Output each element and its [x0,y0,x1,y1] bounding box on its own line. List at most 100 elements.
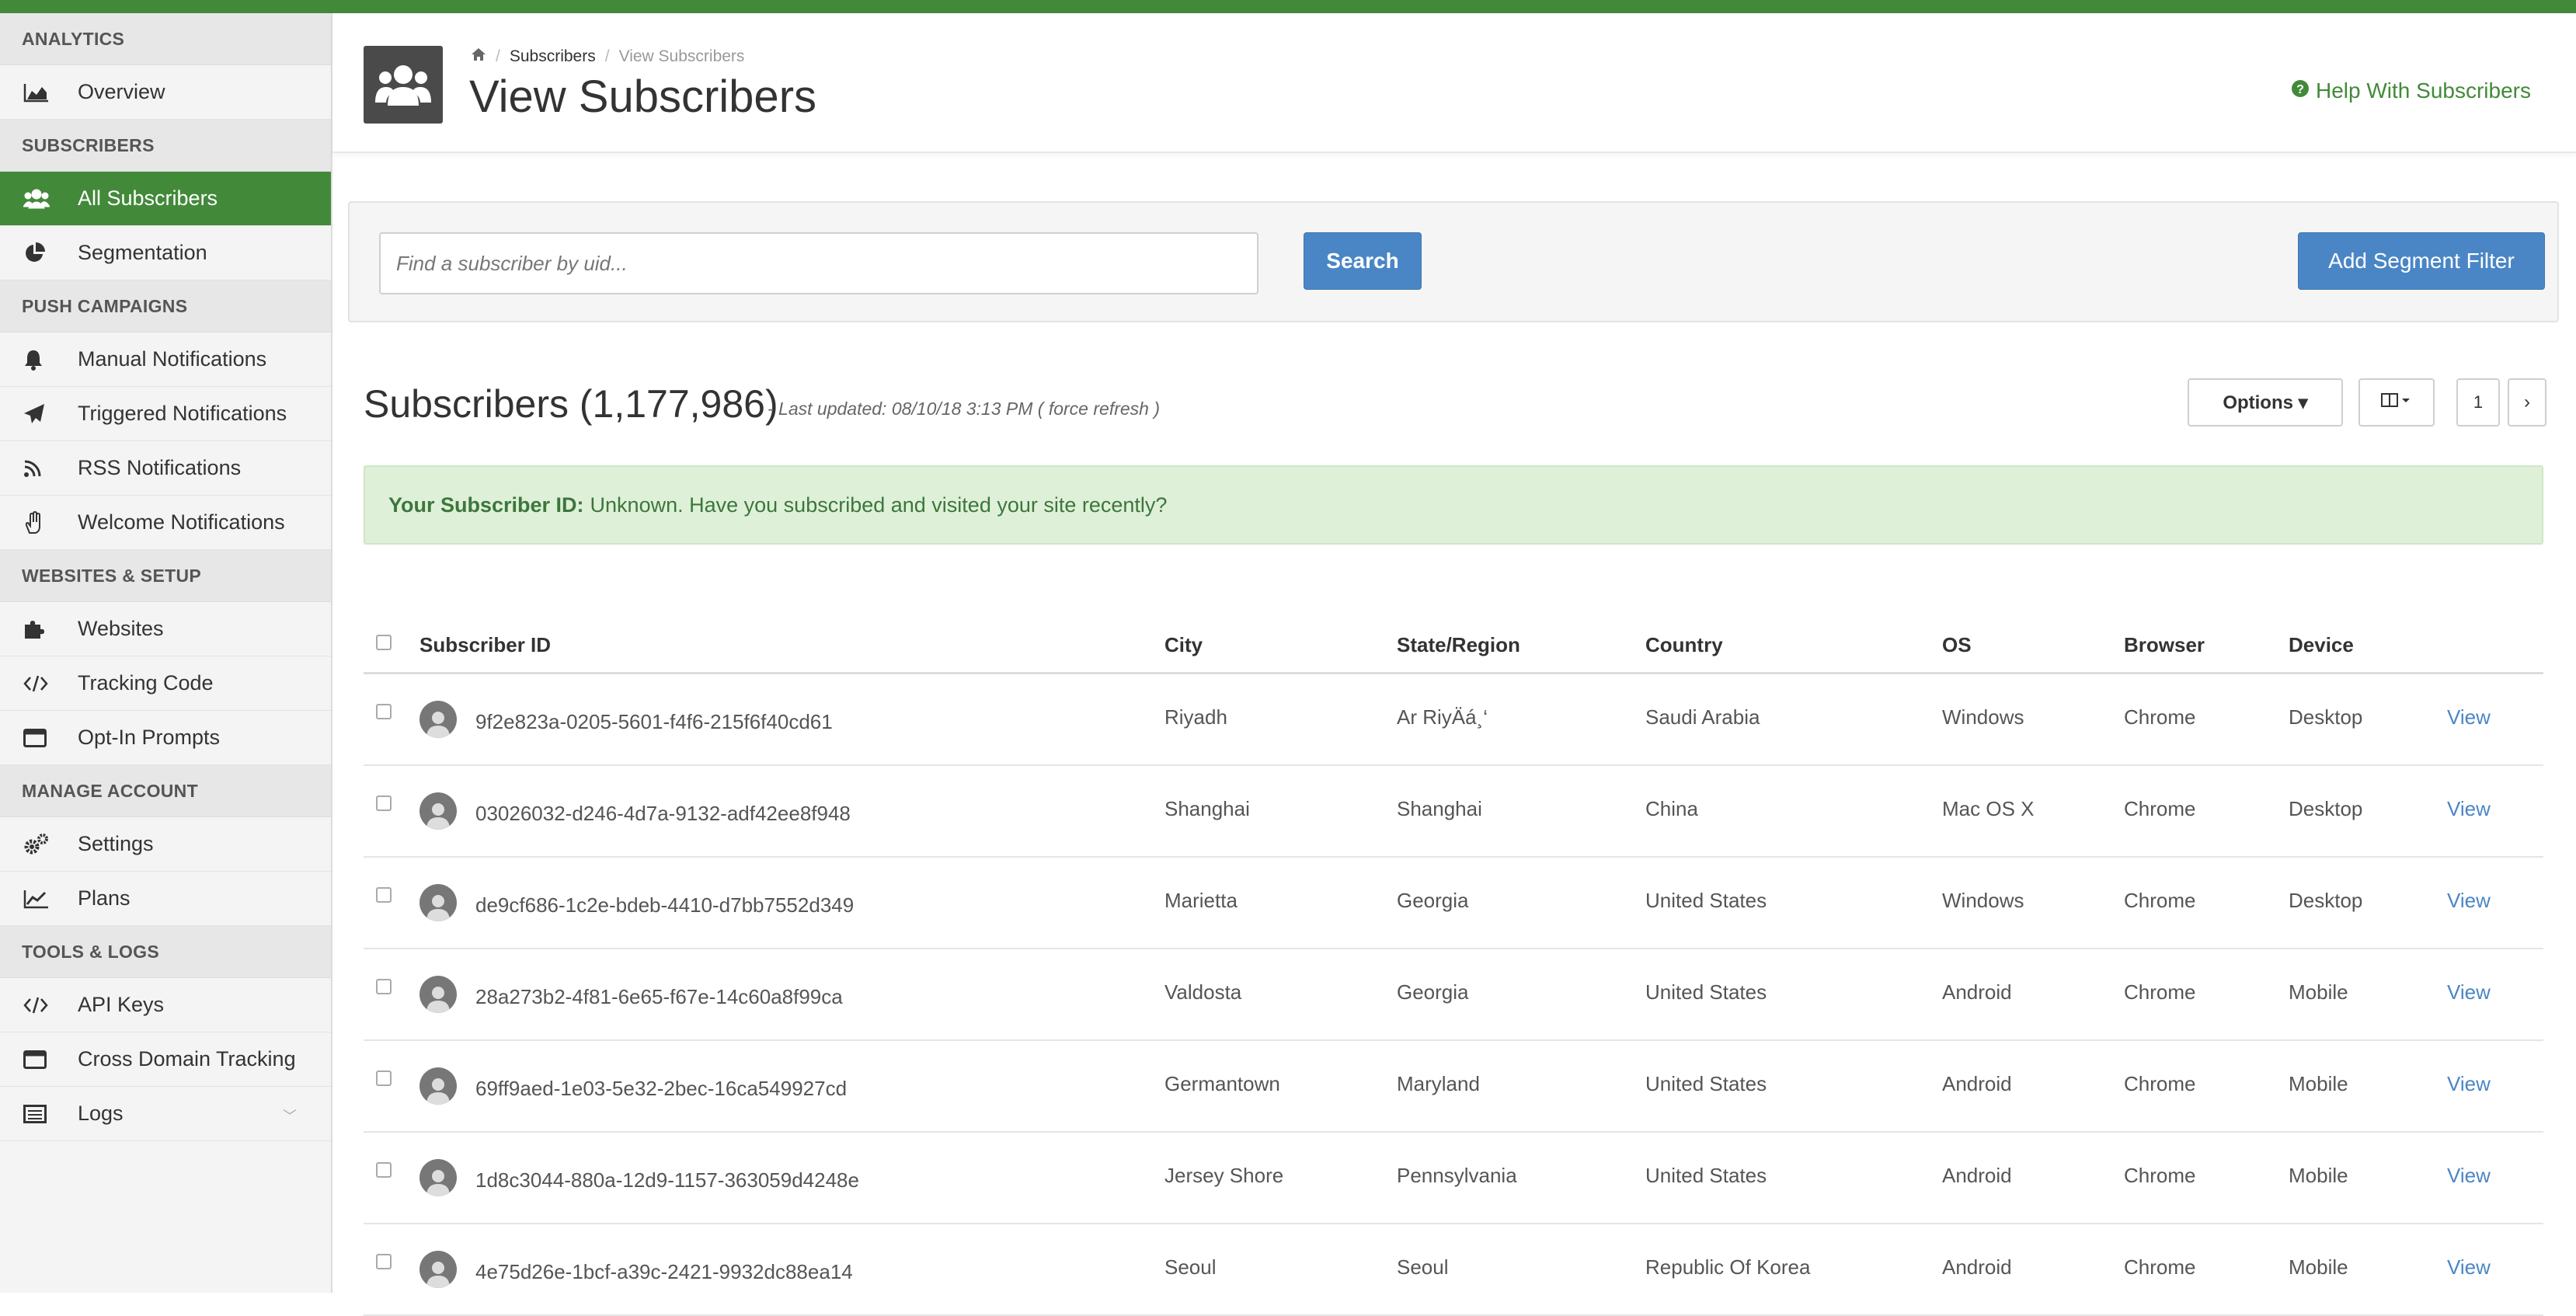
cell-device: Desktop [2289,705,2363,729]
cell-device: Mobile [2289,980,2348,1004]
svg-text:?: ? [2296,83,2304,96]
last-updated-text[interactable]: - Last updated: 08/10/18 3:13 PM ( force… [768,399,1160,420]
table-row: 1d8c3044-880a-12d9-1157-363059d4248e Jer… [364,1133,2543,1224]
view-link[interactable]: View [2447,1164,2491,1188]
sidebar-item-settings[interactable]: Settings [0,817,331,872]
page-number-button[interactable]: 1 [2456,378,2500,426]
help-link-label: Help With Subscribers [2316,78,2531,103]
users-icon [364,46,443,124]
cell-city: Marietta [1164,889,1238,912]
column-subscriber-id[interactable]: Subscriber ID [419,633,551,657]
search-button[interactable]: Search [1304,232,1422,290]
sidebar-item-segmentation[interactable]: Segmentation [0,226,331,280]
cell-country: Republic Of Korea [1645,1255,1811,1279]
sidebar-item-manual-notifications[interactable]: Manual Notifications [0,332,331,387]
cell-browser: Chrome [2124,1255,2196,1279]
list-icon [0,1104,78,1123]
row-checkbox[interactable] [376,1254,392,1269]
column-state-region[interactable]: State/Region [1397,633,1520,657]
table-row: de9cf686-1c2e-bdeb-4410-d7bb7552d349 Mar… [364,858,2543,949]
breadcrumb-subscribers[interactable]: Subscribers [510,47,596,66]
sidebar: ANALYTICS Overview SUBSCRIBERS All Subsc… [0,13,332,1293]
view-link[interactable]: View [2447,797,2491,821]
sidebar-item-label: Segmentation [78,241,207,264]
cell-browser: Chrome [2124,980,2196,1004]
column-device[interactable]: Device [2289,633,2354,657]
row-checkbox[interactable] [376,704,392,719]
search-input[interactable] [379,232,1258,294]
help-link[interactable]: ? Help With Subscribers [2291,78,2531,103]
cell-state: Shanghai [1397,797,1482,820]
cell-state: Pennsylvania [1397,1164,1517,1187]
cell-os: Windows [1942,705,2024,729]
columns-toggle-button[interactable] [2358,378,2435,426]
sidebar-item-websites[interactable]: Websites [0,602,331,656]
view-link[interactable]: View [2447,980,2491,1004]
page-header: / Subscribers / View Subscribers View Su… [332,13,2576,153]
column-country[interactable]: Country [1645,633,1723,657]
avatar [419,792,457,830]
row-checkbox[interactable] [376,979,392,994]
section-header-analytics: ANALYTICS [0,13,331,65]
next-page-button[interactable]: › [2508,378,2546,426]
view-link[interactable]: View [2447,889,2491,913]
row-checkbox[interactable] [376,796,392,811]
cell-os: Android [1942,1255,2012,1279]
subscriber-id: 03026032-d246-4d7a-9132-adf42ee8f948 [475,802,851,825]
row-checkbox[interactable] [376,1162,392,1178]
view-link[interactable]: View [2447,705,2491,729]
section-header-push-campaigns: PUSH CAMPAIGNS [0,280,331,332]
cell-state: Georgia [1397,980,1469,1004]
sidebar-item-triggered-notifications[interactable]: Triggered Notifications [0,387,331,441]
chevron-down-icon[interactable]: ﹀ [283,1105,297,1126]
sidebar-item-label: Overview [78,80,165,103]
sidebar-item-logs[interactable]: Logs ﹀ [0,1087,331,1141]
sidebar-item-opt-in-prompts[interactable]: Opt-In Prompts [0,711,331,765]
view-link[interactable]: View [2447,1255,2491,1279]
sidebar-item-tracking-code[interactable]: Tracking Code [0,656,331,711]
cell-state: Seoul [1397,1255,1449,1279]
cell-city: Valdosta [1164,980,1242,1004]
line-chart-icon [0,889,78,909]
cell-country: United States [1645,889,1767,912]
cell-country: United States [1645,980,1767,1004]
row-checkbox[interactable] [376,887,392,903]
avatar [419,1159,457,1196]
breadcrumb-separator: / [496,47,500,65]
select-all-checkbox[interactable] [376,635,392,650]
cell-city: Germantown [1164,1072,1280,1095]
row-checkbox[interactable] [376,1071,392,1086]
sidebar-item-cross-domain-tracking[interactable]: Cross Domain Tracking [0,1032,331,1087]
breadcrumb-separator: / [604,47,610,65]
table-row: 69ff9aed-1e03-5e32-2bec-16ca549927cd Ger… [364,1041,2543,1133]
users-icon [0,188,78,210]
home-icon[interactable] [471,47,486,66]
column-city[interactable]: City [1164,633,1203,657]
area-chart-icon [0,82,78,103]
cell-state: Georgia [1397,889,1469,912]
options-dropdown-button[interactable]: Options ▾ [2188,378,2343,426]
column-os[interactable]: OS [1942,633,1972,657]
puzzle-icon [0,618,78,640]
sidebar-item-welcome-notifications[interactable]: Welcome Notifications [0,496,331,550]
table-row: 9f2e823a-0205-5601-f4f6-215f6f40cd61 Riy… [364,674,2543,766]
table-header: Subscriber ID City State/Region Country … [364,611,2543,674]
alert-label: Your Subscriber ID: [388,493,584,517]
add-segment-filter-button[interactable]: Add Segment Filter [2298,232,2545,290]
sidebar-item-rss-notifications[interactable]: RSS Notifications [0,441,331,496]
sidebar-item-api-keys[interactable]: API Keys [0,978,331,1032]
sidebar-item-all-subscribers[interactable]: All Subscribers [0,172,331,226]
cell-device: Desktop [2289,797,2363,820]
code-icon [0,675,78,692]
view-link[interactable]: View [2447,1072,2491,1096]
sidebar-item-overview[interactable]: Overview [0,65,331,120]
alert-text: Unknown. Have you subscribed and visited… [590,493,1168,517]
cell-city: Riyadh [1164,705,1227,729]
cell-device: Mobile [2289,1164,2348,1187]
window-icon [0,728,78,747]
column-browser[interactable]: Browser [2124,633,2205,657]
cell-country: China [1645,797,1698,820]
gears-icon [0,833,78,855]
sidebar-item-plans[interactable]: Plans [0,872,331,926]
code-icon [0,997,78,1014]
